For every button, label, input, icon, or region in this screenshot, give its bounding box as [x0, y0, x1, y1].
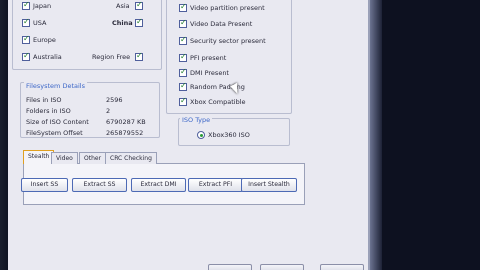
flag-xbox-compatible-label: Xbox Compatible [190, 98, 246, 106]
filesystem-title: Filesystem Details [24, 82, 87, 90]
region-japan-label: Japan [33, 2, 52, 10]
flag-xbox-compatible-checkbox[interactable] [179, 96, 187, 106]
bottom-button-3[interactable] [320, 264, 364, 270]
region-usa-label: USA [33, 19, 47, 27]
region-japan-checkbox[interactable] [22, 0, 30, 10]
insert-ss-button[interactable]: Insert SS [21, 178, 68, 192]
flag-security-sector-label: Security sector present [190, 37, 266, 45]
flag-video-partition-label: Video partition present [190, 4, 265, 12]
region-asia-label: Asia [116, 2, 130, 10]
tab-other[interactable]: Other [79, 152, 107, 164]
region-china-checkbox[interactable] [135, 17, 143, 27]
flag-video-data-checkbox[interactable] [179, 18, 187, 28]
region-australia-checkbox[interactable] [22, 51, 30, 61]
folders-in-iso-value: 2 [106, 107, 111, 115]
region-australia-label: Australia [33, 53, 62, 61]
flag-pfi-label: PFI present [190, 54, 227, 62]
iso-content-size-label: Size of ISO Content [26, 118, 89, 126]
folders-in-iso-label: Folders in ISO [26, 107, 71, 115]
iso-content-size-value: 6790287 KB [106, 118, 146, 126]
region-china-label: China [112, 19, 133, 27]
iso-type-title: ISO Type [180, 116, 213, 124]
filesystem-offset-value: 265879552 [106, 129, 144, 137]
flag-video-data-label: Video Data Present [190, 20, 253, 28]
region-europe-checkbox[interactable] [22, 34, 30, 44]
dialog-edge-shadow [370, 0, 382, 270]
bottom-button-1[interactable] [208, 264, 252, 270]
flag-dmi-label: DMI Present [190, 69, 229, 77]
extract-dmi-button[interactable]: Extract DMI [131, 178, 186, 192]
extract-ss-button[interactable]: Extract SS [72, 178, 127, 192]
flag-random-padding-checkbox[interactable] [179, 81, 187, 91]
flag-dmi-checkbox[interactable] [179, 67, 187, 77]
region-free-checkbox[interactable] [135, 51, 143, 61]
flag-security-sector-checkbox[interactable] [179, 35, 187, 45]
flag-pfi-checkbox[interactable] [179, 52, 187, 62]
filesystem-offset-label: FileSystem Offset [26, 129, 83, 137]
region-free-label: Region Free [92, 53, 131, 61]
tab-stealth[interactable]: Stealth [23, 150, 55, 164]
bottom-button-2[interactable] [260, 264, 304, 270]
xbox360-iso-radio[interactable] [197, 131, 205, 139]
extract-pfi-button[interactable]: Extract PFI [188, 178, 243, 192]
xbox360-iso-label: Xbox360 ISO [208, 131, 250, 139]
app-dialog: Japan USA Europe Australia Asia China Re… [8, 0, 370, 270]
insert-stealth-button[interactable]: Insert Stealth [241, 178, 297, 192]
files-in-iso-label: Files in ISO [26, 96, 62, 104]
tab-crc-checking[interactable]: CRC Checking [105, 152, 157, 164]
flag-video-partition-checkbox[interactable] [179, 2, 187, 12]
region-usa-checkbox[interactable] [22, 17, 30, 27]
region-asia-checkbox[interactable] [135, 0, 143, 10]
tab-video[interactable]: Video [51, 152, 78, 164]
files-in-iso-value: 2596 [106, 96, 123, 104]
region-europe-label: Europe [33, 36, 56, 44]
